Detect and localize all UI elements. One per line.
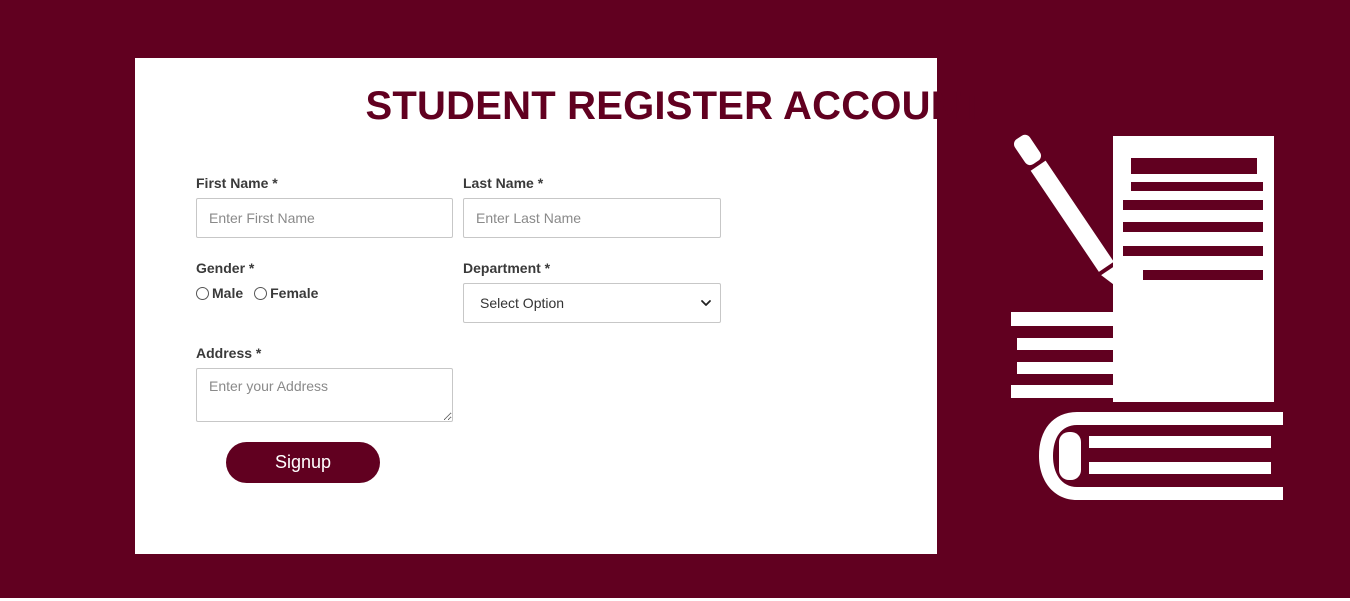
chevron-down-icon	[701, 300, 711, 306]
gender-label: Gender *	[196, 260, 255, 276]
gender-option-female[interactable]: Female	[254, 285, 318, 301]
address-label: Address *	[196, 345, 262, 361]
female-radio-label: Female	[270, 285, 319, 301]
department-select[interactable]: Select Option	[463, 283, 721, 323]
pencil	[1013, 134, 1124, 292]
department-selected-value: Select Option	[480, 295, 565, 311]
department-label: Department *	[463, 260, 551, 276]
signup-button[interactable]: Signup	[226, 442, 380, 483]
gender-radio-group: Male Female	[196, 285, 329, 301]
last-name-input[interactable]	[463, 198, 721, 238]
gender-option-male[interactable]: Male	[196, 285, 243, 301]
male-radio[interactable]	[196, 286, 209, 300]
address-textarea[interactable]	[196, 368, 453, 422]
female-radio[interactable]	[254, 286, 268, 300]
page-background: STUDENT REGISTER ACCOUNT First Name * La…	[0, 0, 1350, 598]
last-name-label: Last Name *	[463, 175, 544, 191]
illustration-shapes	[1011, 134, 1283, 500]
male-radio-label: Male	[212, 285, 244, 301]
page-title: STUDENT REGISTER ACCOUNT	[365, 84, 985, 128]
first-name-label: First Name *	[196, 175, 278, 191]
first-name-input[interactable]	[196, 198, 453, 238]
notebook-pencil-icon	[1011, 134, 1283, 500]
